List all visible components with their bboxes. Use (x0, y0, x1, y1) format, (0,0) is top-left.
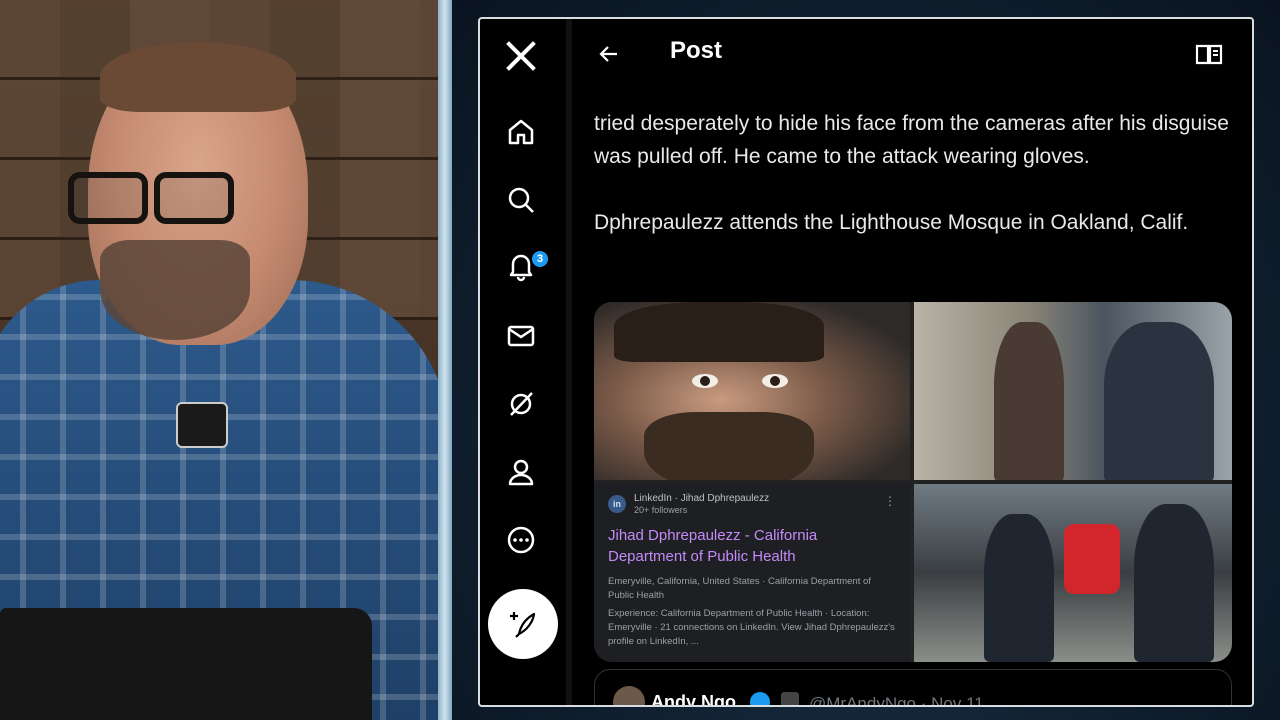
post-detail: Post tried desperately to hide his face … (572, 19, 1252, 707)
presenter-hair (100, 42, 296, 112)
media-linkedin-screenshot[interactable]: in LinkedIn · Jihad Dphrepaulezz 20+ fol… (594, 484, 910, 662)
linkedin-title: Jihad Dphrepaulezz - California Departme… (608, 527, 818, 565)
linkedin-followers: 20+ followers (634, 505, 688, 515)
mail-icon[interactable] (498, 313, 544, 359)
webcam-feed (0, 0, 438, 720)
media-photo-arrest[interactable] (914, 302, 1232, 480)
x-logo-icon[interactable] (498, 33, 544, 79)
next-post-card[interactable]: Andy Ngo @MrAndyNgo · Nov 11 (594, 669, 1232, 707)
laptop (0, 608, 372, 720)
author-name[interactable]: Andy Ngo (651, 692, 736, 705)
presenter-glasses (68, 172, 258, 232)
linkedin-source: LinkedIn · Jihad Dphrepaulezz (634, 493, 770, 504)
compose-button[interactable] (488, 589, 558, 659)
verified-badge-icon (750, 692, 770, 705)
post-paragraph: tried desperately to hide his face from … (594, 112, 1229, 168)
more-icon[interactable] (498, 517, 544, 563)
back-button[interactable] (594, 39, 624, 69)
bell-icon[interactable]: 3 (498, 243, 550, 289)
kebab-icon: ⋮ (884, 494, 896, 508)
home-icon[interactable] (498, 109, 544, 155)
profile-icon[interactable] (498, 449, 544, 495)
linkedin-details: Experience: California Department of Pub… (608, 608, 895, 647)
frame-divider (438, 0, 452, 720)
presenter-beard (100, 240, 250, 340)
arrow-left-icon (599, 46, 617, 62)
lapel-mic (176, 402, 228, 448)
avatar[interactable] (613, 686, 645, 705)
media-photo-police[interactable] (914, 484, 1232, 662)
linkedin-logo: in (608, 494, 626, 513)
notification-badge: 3 (530, 249, 550, 269)
org-badge-icon (781, 692, 799, 705)
sidebar-nav: 3 (480, 19, 566, 705)
search-icon[interactable] (498, 177, 544, 223)
book-open-icon (1195, 44, 1223, 65)
reader-mode-button[interactable] (1194, 41, 1224, 67)
feather-plus-icon (510, 612, 536, 638)
author-handle: @MrAndyNgo · Nov 11 (809, 694, 984, 707)
post-text: tried desperately to hide his face from … (594, 107, 1234, 272)
grok-icon[interactable] (498, 381, 544, 427)
media-photo-closeup[interactable] (594, 302, 910, 480)
page-title: Post (670, 37, 723, 64)
x-app-window: 3 Post tried desperately to hide his fac… (478, 17, 1254, 707)
post-header: Post (572, 19, 1252, 89)
linkedin-location: Emeryville, California, United States · … (608, 576, 871, 601)
media-grid: in LinkedIn · Jihad Dphrepaulezz 20+ fol… (594, 302, 1232, 662)
post-paragraph: Dphrepaulezz attends the Lighthouse Mosq… (594, 211, 1189, 234)
